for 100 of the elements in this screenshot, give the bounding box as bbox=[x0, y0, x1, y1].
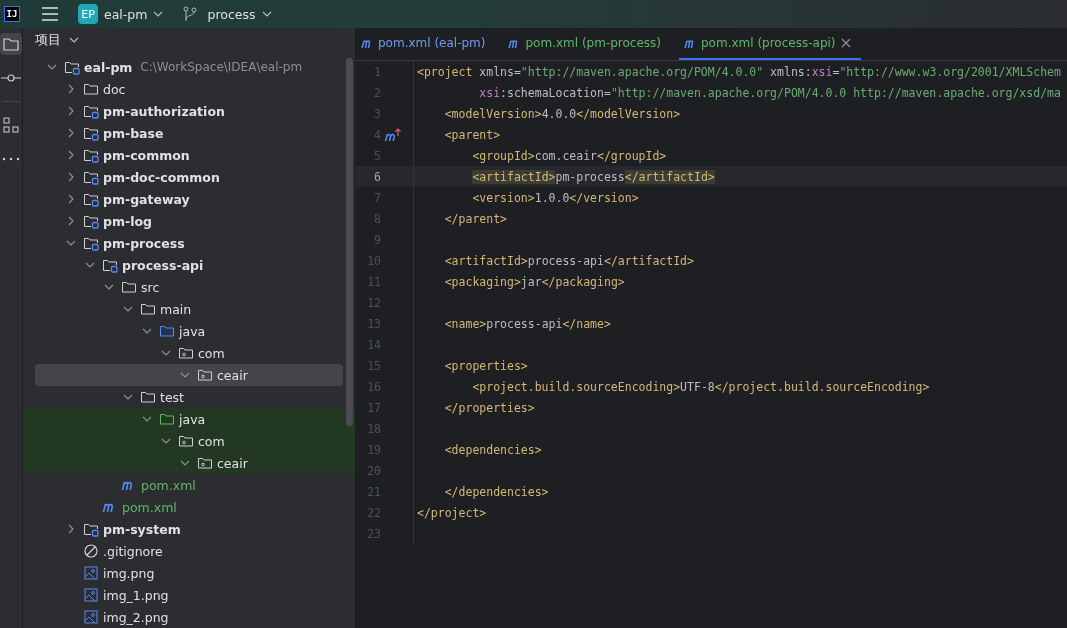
chevron-down-icon[interactable] bbox=[123, 304, 133, 314]
chevron-down-icon[interactable] bbox=[104, 282, 114, 292]
tree-item[interactable]: eal-pm C:\WorkSpace\IDEA\eal-pm bbox=[35, 56, 343, 78]
tree-item[interactable]: img_2.png bbox=[35, 606, 343, 628]
maven-icon bbox=[684, 37, 696, 49]
chevron-down-icon[interactable] bbox=[66, 238, 76, 248]
package-icon bbox=[197, 367, 213, 383]
module-folder-icon bbox=[83, 125, 99, 141]
code-line: </properties> bbox=[443, 400, 535, 415]
folder-icon bbox=[140, 301, 156, 317]
chevron-right-icon[interactable] bbox=[66, 84, 76, 94]
chevron-right-icon[interactable] bbox=[66, 194, 76, 204]
chevron-down-icon[interactable] bbox=[85, 260, 95, 270]
folder-icon bbox=[159, 323, 175, 339]
tree-item[interactable]: pm-authorization bbox=[35, 100, 343, 122]
package-icon bbox=[178, 433, 194, 449]
chevron-right-icon[interactable] bbox=[66, 216, 76, 226]
chevron-icon bbox=[261, 11, 272, 17]
module-folder-icon bbox=[83, 235, 99, 251]
code-line: </dependencies> bbox=[443, 484, 549, 499]
tree-item[interactable]: pm-doc-common bbox=[35, 166, 343, 188]
module-folder-icon bbox=[83, 147, 99, 163]
menu-icon[interactable] bbox=[42, 7, 58, 21]
chevron-right-icon[interactable] bbox=[66, 524, 76, 534]
editor-tab[interactable]: pom.xml (eal-pm) bbox=[356, 28, 496, 60]
module-folder-icon bbox=[83, 169, 99, 185]
maven-icon bbox=[361, 37, 373, 49]
package-icon bbox=[178, 345, 194, 361]
code-line: <project.build.sourceEncoding>UTF-8</project.build.sourceEncoding> bbox=[471, 379, 930, 394]
scrollbar[interactable] bbox=[346, 58, 353, 426]
folder-icon bbox=[83, 81, 99, 97]
tree-item[interactable]: main bbox=[35, 298, 343, 320]
tree-item[interactable]: pm-common bbox=[35, 144, 343, 166]
chevron-down-icon[interactable] bbox=[161, 436, 171, 446]
module-folder-icon bbox=[83, 213, 99, 229]
code-line: </project> bbox=[417, 505, 487, 520]
code-line: </parent> bbox=[443, 211, 507, 226]
tree-item[interactable]: pm-log bbox=[35, 210, 343, 232]
tree-item[interactable]: ceair bbox=[35, 364, 343, 386]
chevron-down-icon[interactable] bbox=[123, 392, 133, 402]
code-line: <properties> bbox=[443, 358, 528, 373]
chevron-down-icon[interactable] bbox=[47, 62, 57, 72]
tree-item[interactable]: img_1.png bbox=[35, 584, 343, 606]
tree-item[interactable]: pm-system bbox=[35, 518, 343, 540]
folder-icon bbox=[140, 389, 156, 405]
chevron-icon[interactable] bbox=[69, 37, 79, 43]
chevron-icon bbox=[153, 11, 164, 17]
code-line: <packaging>jar</packaging> bbox=[443, 274, 625, 289]
tree-item[interactable]: pm-base bbox=[35, 122, 343, 144]
module-folder-icon bbox=[102, 257, 118, 273]
code-line: <parent> bbox=[443, 127, 501, 142]
close-icon[interactable] bbox=[840, 38, 851, 48]
chevron-down-icon[interactable] bbox=[142, 414, 152, 424]
chevron-right-icon[interactable] bbox=[66, 150, 76, 160]
module-folder-icon bbox=[83, 521, 99, 537]
code-line: <modelVersion>4.0.0</modelVersion> bbox=[443, 106, 681, 121]
image-icon bbox=[83, 565, 99, 581]
project-switcher[interactable]: EP eal-pm bbox=[78, 4, 172, 24]
package-icon bbox=[197, 455, 213, 471]
tree-item[interactable]: pm-process bbox=[35, 232, 343, 254]
tree-item[interactable]: pom.xml bbox=[35, 474, 343, 496]
tree-item[interactable]: .gitignore bbox=[35, 540, 343, 562]
chevron-right-icon[interactable] bbox=[66, 128, 76, 138]
chevron-right-icon[interactable] bbox=[66, 172, 76, 182]
code-line: <version>1.0.0</version> bbox=[471, 190, 639, 205]
code-line: <groupId>com.ceair</groupId> bbox=[471, 148, 667, 163]
chevron-down-icon[interactable] bbox=[161, 348, 171, 358]
code-line: <artifactId>pm-process</artifactId> bbox=[471, 169, 715, 184]
tree-item[interactable]: com bbox=[35, 342, 343, 364]
tree-item[interactable]: img.png bbox=[35, 562, 343, 584]
tree-item[interactable]: pm-gateway bbox=[35, 188, 343, 210]
structure-icon[interactable] bbox=[0, 114, 22, 136]
editor-tab[interactable]: pom.xml (pm-process) bbox=[503, 28, 671, 60]
image-icon bbox=[83, 609, 99, 625]
code-line: <dependencies> bbox=[443, 442, 542, 457]
module-folder-icon bbox=[83, 103, 99, 119]
folder-icon bbox=[159, 411, 175, 427]
module-folder-icon bbox=[83, 191, 99, 207]
folder-icon bbox=[121, 279, 137, 295]
tree-item[interactable]: src bbox=[35, 276, 343, 298]
panel-title[interactable]: 项目 bbox=[35, 31, 61, 49]
tree-item[interactable]: doc bbox=[35, 78, 343, 100]
code-line: xsi:schemaLocation="http://maven.apache.org/POM/4.0.0 http://maven.apache.org/xsd/ma bbox=[478, 85, 1061, 100]
folder-icon[interactable] bbox=[0, 33, 22, 55]
branch-switcher[interactable]: process bbox=[183, 6, 280, 22]
tree-item[interactable]: java bbox=[35, 320, 343, 342]
chevron-down-icon[interactable] bbox=[142, 326, 152, 336]
code-line: <project xmlns="http://maven.apache.org/POM/4.0.0" xmlns:xsi="http://www.w3.org/2001/XMLSchem bbox=[417, 64, 1061, 79]
chevron-down-icon[interactable] bbox=[180, 458, 190, 468]
code-line: <name>process-api</name> bbox=[443, 316, 611, 331]
chevron-down-icon[interactable] bbox=[180, 370, 190, 380]
editor-tab[interactable]: pom.xml (process-api) bbox=[679, 28, 861, 60]
chevron-right-icon[interactable] bbox=[66, 106, 76, 116]
project-path: C:\WorkSpace\IDEA\eal-pm bbox=[140, 60, 303, 74]
tree-item[interactable]: test bbox=[35, 386, 343, 408]
app-logo: IJ bbox=[4, 6, 20, 22]
branch-icon bbox=[183, 6, 198, 22]
module-folder-icon bbox=[64, 59, 80, 75]
tree-item[interactable]: process-api bbox=[35, 254, 343, 276]
tree-item[interactable]: pom.xml bbox=[35, 496, 343, 518]
